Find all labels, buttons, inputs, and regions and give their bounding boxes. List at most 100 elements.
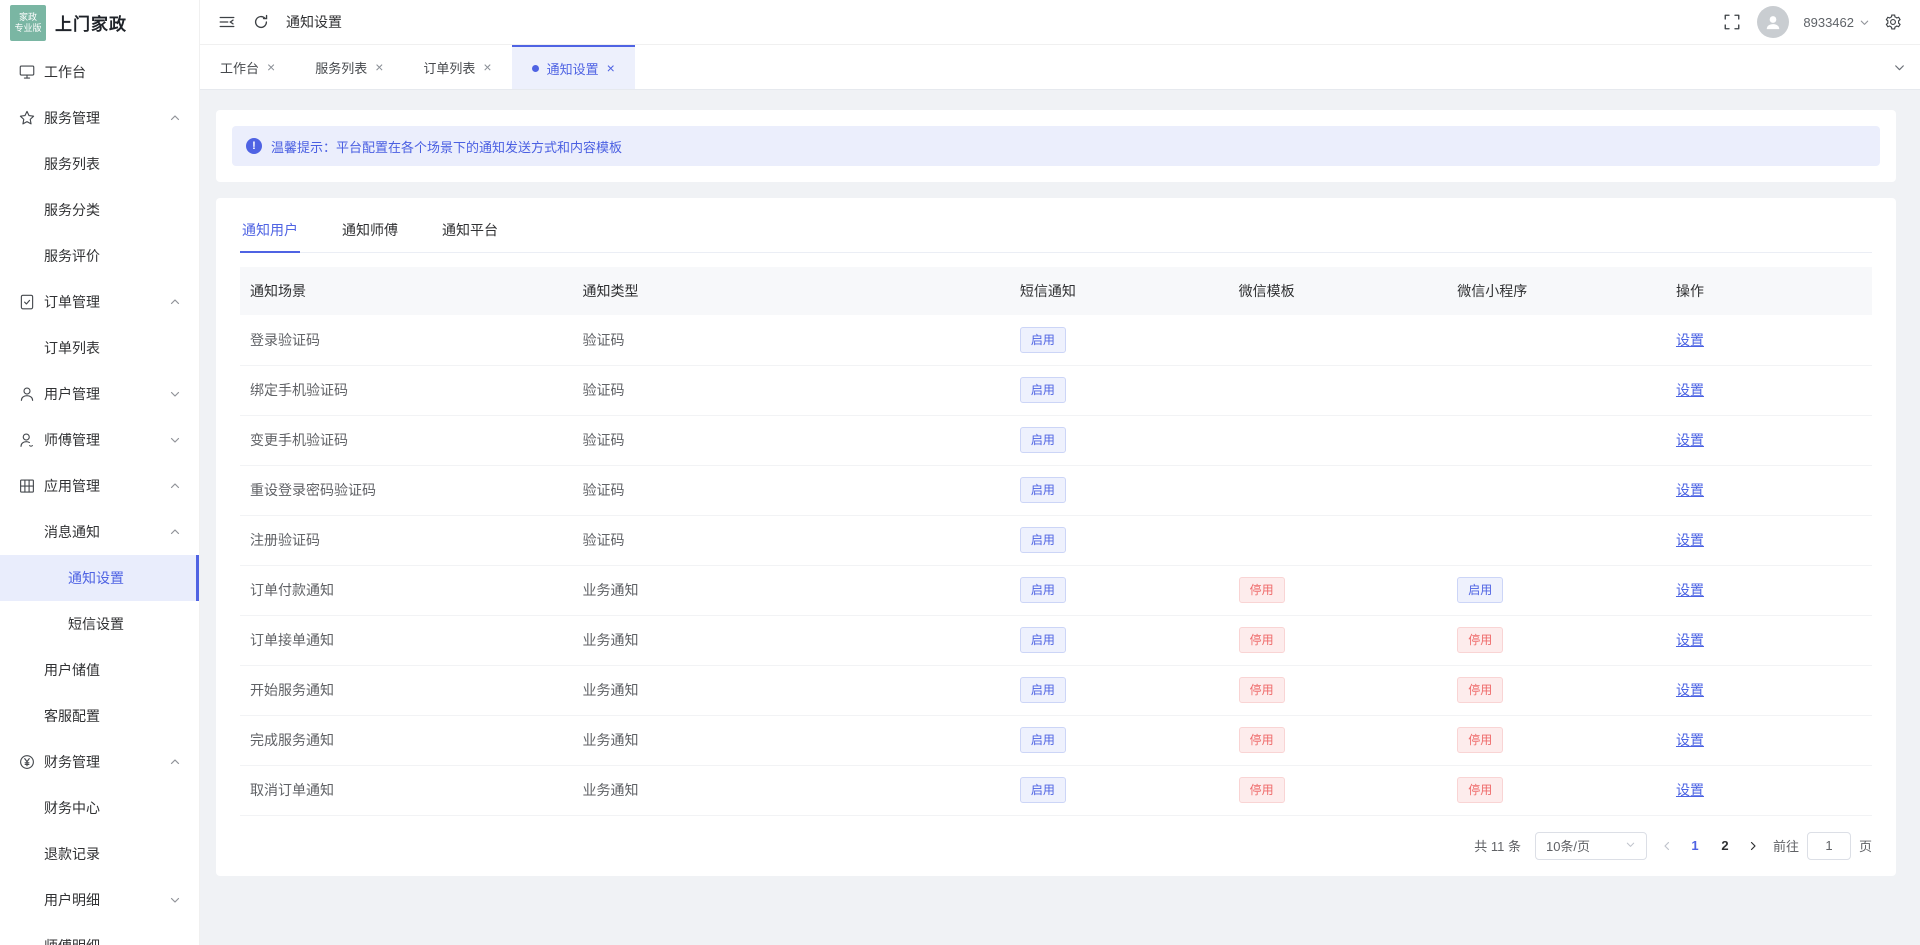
table-row: 开始服务通知业务通知启用停用停用设置 <box>240 665 1872 715</box>
settings-link[interactable]: 设置 <box>1676 482 1704 498</box>
notify-tab[interactable]: 通知师傅 <box>340 208 400 253</box>
refresh-icon[interactable] <box>252 13 270 31</box>
action-cell: 设置 <box>1668 765 1872 815</box>
sidebar-item-worker-details[interactable]: 师傅明细 <box>0 923 199 945</box>
pagination-total: 共 11 条 <box>1474 836 1521 855</box>
close-icon[interactable]: × <box>267 60 275 74</box>
topbar: 通知设置 8933462 <box>200 0 1920 45</box>
settings-link[interactable]: 设置 <box>1676 532 1704 548</box>
sidebar-item-service-review[interactable]: 服务评价 <box>0 233 199 279</box>
sidebar-item-label: 用户管理 <box>44 384 100 404</box>
sidebar-item-customer-service[interactable]: 客服配置 <box>0 693 199 739</box>
action-cell: 设置 <box>1668 665 1872 715</box>
status-badge: 停用 <box>1457 677 1503 703</box>
chevron-up-icon <box>169 112 181 124</box>
table-row: 注册验证码验证码启用设置 <box>240 515 1872 565</box>
action-cell: 设置 <box>1668 565 1872 615</box>
settings-link[interactable]: 设置 <box>1676 732 1704 748</box>
page-number[interactable]: 2 <box>1717 838 1733 853</box>
prev-page-icon[interactable] <box>1661 840 1673 852</box>
status-badge: 启用 <box>1020 627 1066 653</box>
table-row: 完成服务通知业务通知启用停用停用设置 <box>240 715 1872 765</box>
sidebar-item-user-details[interactable]: 用户明细 <box>0 877 199 923</box>
collapse-menu-icon[interactable] <box>218 13 236 31</box>
settings-link[interactable]: 设置 <box>1676 632 1704 648</box>
sidebar-item-finance-management[interactable]: 财务管理 <box>0 739 199 785</box>
next-page-icon[interactable] <box>1747 840 1759 852</box>
sidebar-item-label: 财务中心 <box>44 798 100 818</box>
page-size-select[interactable]: 10条/页 <box>1535 832 1647 860</box>
sidebar-item-service-list[interactable]: 服务列表 <box>0 141 199 187</box>
scene-cell: 完成服务通知 <box>240 715 575 765</box>
table-row: 绑定手机验证码验证码启用设置 <box>240 365 1872 415</box>
sidebar-item-worker-management[interactable]: 师傅管理 <box>0 417 199 463</box>
user-dropdown[interactable]: 8933462 <box>1803 15 1870 30</box>
wx-mini-cell <box>1449 415 1668 465</box>
user-id: 8933462 <box>1803 15 1854 30</box>
sidebar-item-workbench[interactable]: 工作台 <box>0 49 199 95</box>
page-number-list: 12 <box>1687 838 1733 853</box>
sidebar-item-refund-records[interactable]: 退款记录 <box>0 831 199 877</box>
fullscreen-icon[interactable] <box>1723 13 1741 31</box>
close-icon[interactable]: × <box>607 61 615 75</box>
info-icon: ! <box>246 138 262 154</box>
wx-template-cell <box>1231 465 1450 515</box>
type-cell: 验证码 <box>575 515 1012 565</box>
sidebar-item-order-list[interactable]: 订单列表 <box>0 325 199 371</box>
sidebar-item-message-notify[interactable]: 消息通知 <box>0 509 199 555</box>
wx-mini-cell: 停用 <box>1449 765 1668 815</box>
page-tab-label: 工作台 <box>220 58 259 77</box>
sidebar-item-label: 服务列表 <box>44 154 100 174</box>
scene-cell: 登录验证码 <box>240 315 575 365</box>
settings-link[interactable]: 设置 <box>1676 682 1704 698</box>
tabbar-chevron-down-icon[interactable] <box>1879 45 1920 89</box>
sidebar-item-order-management[interactable]: 订单管理 <box>0 279 199 325</box>
type-cell: 业务通知 <box>575 715 1012 765</box>
wx-template-cell: 停用 <box>1231 765 1450 815</box>
sidebar-item-service-management[interactable]: 服务管理 <box>0 95 199 141</box>
sidebar-item-notify-settings[interactable]: 通知设置 <box>0 555 199 601</box>
status-badge: 停用 <box>1457 777 1503 803</box>
page-tab[interactable]: 订单列表× <box>403 45 511 89</box>
settings-link[interactable]: 设置 <box>1676 582 1704 598</box>
sidebar-item-user-management[interactable]: 用户管理 <box>0 371 199 417</box>
sidebar-item-sms-settings[interactable]: 短信设置 <box>0 601 199 647</box>
scene-cell: 订单接单通知 <box>240 615 575 665</box>
main-area: 通知设置 8933462 <box>200 0 1920 945</box>
wx-mini-cell <box>1449 365 1668 415</box>
page-tab[interactable]: 服务列表 × <box>295 45 403 89</box>
alert-card: ! 温馨提示：平台配置在各个场景下的通知发送方式和内容模板 <box>216 110 1896 182</box>
settings-link[interactable]: 设置 <box>1676 782 1704 798</box>
notification-table: 通知场景通知类型短信通知微信模板微信小程序操作 登录验证码验证码启用设置绑定手机… <box>240 267 1872 816</box>
notify-tab[interactable]: 通知用户 <box>240 208 300 253</box>
brand-logo: 家政 专业版 <box>10 5 46 41</box>
status-badge: 停用 <box>1457 627 1503 653</box>
sidebar-item-user-stored-value[interactable]: 用户储值 <box>0 647 199 693</box>
goto-page-input[interactable] <box>1807 832 1851 860</box>
chevron-down-icon <box>169 434 181 446</box>
sidebar-item-label: 客服配置 <box>44 706 100 726</box>
sms-cell: 启用 <box>1012 365 1231 415</box>
type-cell: 验证码 <box>575 465 1012 515</box>
sidebar-item-finance-center[interactable]: 财务中心 <box>0 785 199 831</box>
table-row: 重设登录密码验证码验证码启用设置 <box>240 465 1872 515</box>
user-avatar[interactable] <box>1757 6 1789 38</box>
grid-icon <box>18 477 36 495</box>
sidebar-item-service-category[interactable]: 服务分类 <box>0 187 199 233</box>
page-tab[interactable]: 通知设置× <box>512 45 635 89</box>
settings-link[interactable]: 设置 <box>1676 332 1704 348</box>
wx-template-cell: 停用 <box>1231 665 1450 715</box>
sidebar-item-app-management[interactable]: 应用管理 <box>0 463 199 509</box>
gear-icon[interactable] <box>1884 13 1902 31</box>
close-icon[interactable]: × <box>483 60 491 74</box>
settings-link[interactable]: 设置 <box>1676 382 1704 398</box>
settings-link[interactable]: 设置 <box>1676 432 1704 448</box>
close-icon[interactable]: × <box>375 60 383 74</box>
notify-tab[interactable]: 通知平台 <box>440 208 500 253</box>
page-tab[interactable]: 工作台 × <box>200 45 295 89</box>
page-number[interactable]: 1 <box>1687 838 1703 853</box>
sidebar: 家政 专业版 上门家政 工作台服务管理服务列表服务分类服务评价订单管理订单列表用… <box>0 0 200 945</box>
page-tab-label: 服务列表 <box>315 58 367 77</box>
sidebar-item-label: 订单管理 <box>44 292 100 312</box>
status-badge: 启用 <box>1020 677 1066 703</box>
